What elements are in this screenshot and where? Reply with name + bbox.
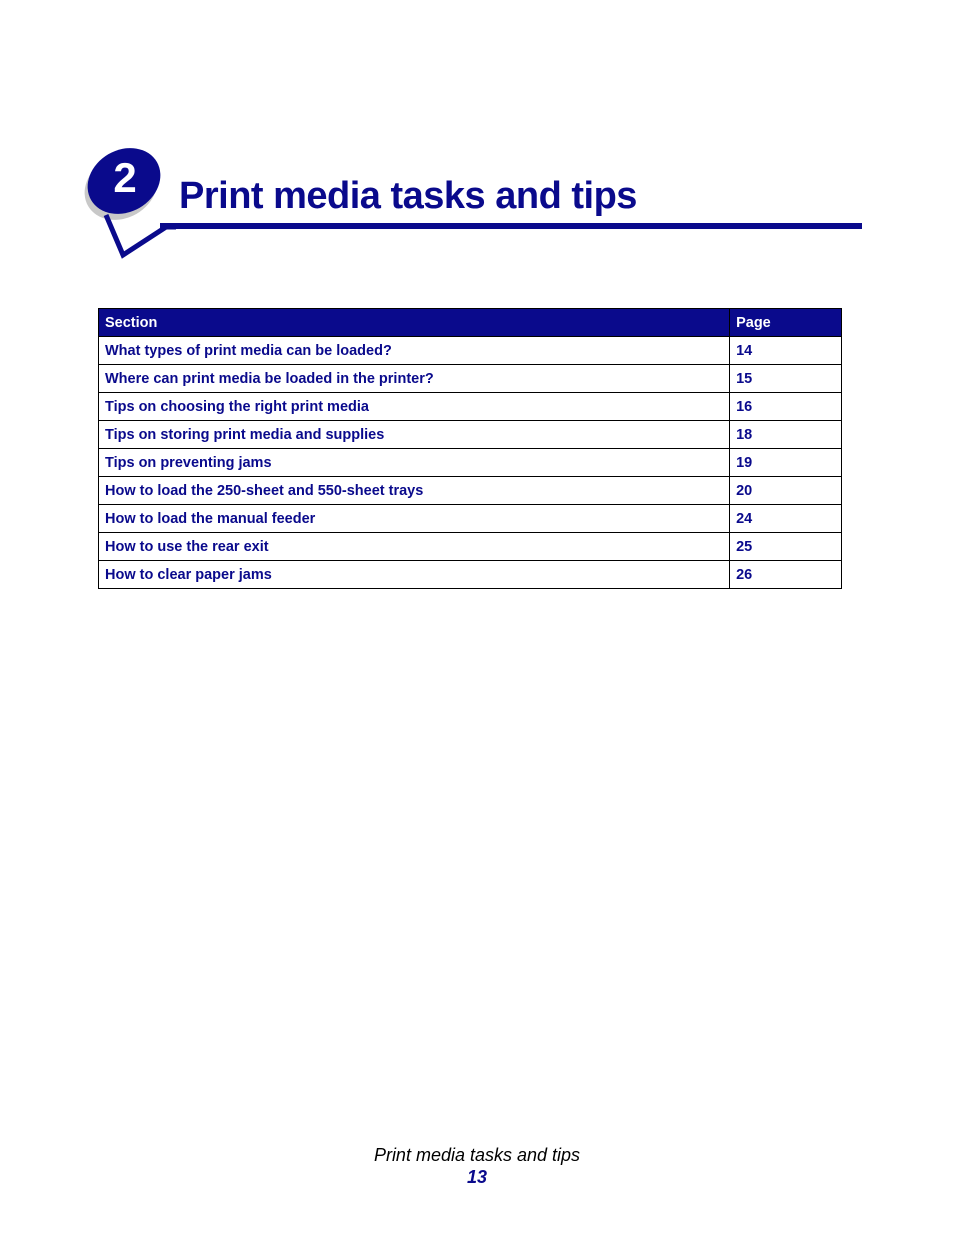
page-link[interactable]: 24 [736, 511, 752, 527]
page-link[interactable]: 15 [736, 371, 752, 387]
table-row: How to load the manual feeder 24 [97, 504, 842, 533]
page-cell: 25 [729, 532, 842, 561]
page-link[interactable]: 19 [736, 455, 752, 471]
chapter-contents-table: Section Page What types of print media c… [97, 308, 842, 589]
page-link[interactable]: 25 [736, 539, 752, 555]
column-header-page: Page [729, 308, 842, 337]
table-header-row: Section Page [97, 308, 842, 337]
page-cell: 15 [729, 364, 842, 393]
page-link[interactable]: 14 [736, 343, 752, 359]
table-row: How to load the 250-sheet and 550-sheet … [97, 476, 842, 505]
section-cell: What types of print media can be loaded? [97, 336, 731, 365]
section-link[interactable]: How to load the 250-sheet and 550-sheet … [105, 483, 423, 499]
section-link[interactable]: What types of print media can be loaded? [105, 343, 392, 359]
section-cell: How to use the rear exit [97, 532, 731, 561]
column-header-section: Section [97, 308, 731, 337]
page-link[interactable]: 16 [736, 399, 752, 415]
page-link[interactable]: 26 [736, 567, 752, 583]
section-link[interactable]: Tips on storing print media and supplies [105, 427, 384, 443]
section-link[interactable]: How to use the rear exit [105, 539, 269, 555]
table-row: What types of print media can be loaded?… [97, 336, 842, 365]
table-row: How to clear paper jams 26 [97, 560, 842, 589]
chapter-title: Print media tasks and tips [179, 175, 637, 217]
badge-swoosh [103, 214, 176, 259]
section-cell: How to clear paper jams [97, 560, 731, 589]
table-row: Tips on preventing jams 19 [97, 448, 842, 477]
table-row: Where can print media be loaded in the p… [97, 364, 842, 393]
page-link[interactable]: 18 [736, 427, 752, 443]
page-cell: 24 [729, 504, 842, 533]
section-cell: Tips on storing print media and supplies [97, 420, 731, 449]
section-link[interactable]: Where can print media be loaded in the p… [105, 371, 434, 387]
page-cell: 26 [729, 560, 842, 589]
section-cell: Tips on choosing the right print media [97, 392, 731, 421]
page-cell: 20 [729, 476, 842, 505]
page-cell: 19 [729, 448, 842, 477]
section-cell: Where can print media be loaded in the p… [97, 364, 731, 393]
section-link[interactable]: How to clear paper jams [105, 567, 272, 583]
footer-page-number: 13 [466, 1167, 488, 1187]
chapter-number: 2 [113, 154, 137, 201]
page-cell: 16 [729, 392, 842, 421]
page-link[interactable]: 20 [736, 483, 752, 499]
table-row: Tips on choosing the right print media 1… [97, 392, 842, 421]
section-cell: How to load the manual feeder [97, 504, 731, 533]
title-rule [160, 223, 862, 229]
section-cell: How to load the 250-sheet and 550-sheet … [97, 476, 731, 505]
section-link[interactable]: Tips on preventing jams [105, 455, 272, 471]
section-link[interactable]: How to load the manual feeder [105, 511, 315, 527]
table-row: Tips on storing print media and supplies… [97, 420, 842, 449]
page-cell: 18 [729, 420, 842, 449]
table-row: How to use the rear exit 25 [97, 532, 842, 561]
footer-chapter-title: Print media tasks and tips [373, 1145, 581, 1165]
section-cell: Tips on preventing jams [97, 448, 731, 477]
page-cell: 14 [729, 336, 842, 365]
section-link[interactable]: Tips on choosing the right print media [105, 399, 369, 415]
